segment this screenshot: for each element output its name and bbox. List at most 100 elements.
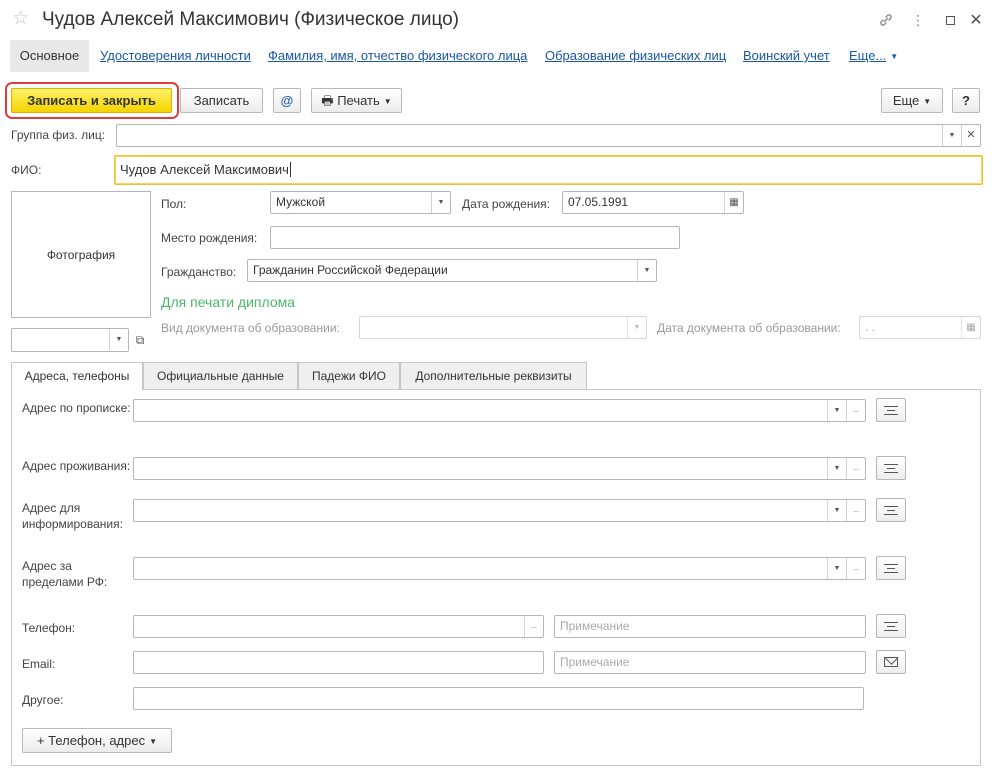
list-icon[interactable] bbox=[876, 614, 906, 638]
phone-input[interactable]: ... bbox=[133, 615, 544, 638]
calendar-icon[interactable]: ▦ bbox=[724, 192, 743, 213]
nav-more[interactable]: Еще... ▼ bbox=[849, 40, 898, 72]
addr-abroad-label: Адрес за пределами РФ: bbox=[22, 559, 108, 589]
nav-more-label: Еще... bbox=[849, 48, 887, 63]
chevron-down-icon: ▼ bbox=[923, 97, 932, 106]
nav-military[interactable]: Воинский учет bbox=[743, 40, 830, 72]
close-icon[interactable]: ✕ bbox=[966, 9, 986, 31]
chevron-down-icon[interactable]: ▼ bbox=[431, 192, 450, 213]
addr-reg-label: Адрес по прописке: bbox=[22, 401, 131, 415]
chevron-down-icon[interactable]: ▼ bbox=[942, 125, 961, 146]
printer-icon: 🖶 bbox=[321, 93, 334, 108]
chevron-down-icon[interactable]: ▼ bbox=[637, 260, 656, 281]
text-cursor bbox=[289, 162, 291, 177]
maximize-icon[interactable] bbox=[940, 9, 960, 31]
list-icon[interactable] bbox=[876, 498, 906, 522]
chevron-down-icon[interactable]: ▼ bbox=[827, 500, 846, 521]
phone-note-placeholder: Примечание bbox=[560, 619, 630, 633]
nav-fullname-history[interactable]: Фамилия, имя, отчество физического лица bbox=[268, 40, 527, 72]
chevron-down-icon[interactable]: ▼ bbox=[827, 400, 846, 421]
fio-input[interactable]: Чудов Алексей Максимович bbox=[114, 155, 983, 185]
ellipsis-button[interactable]: ... bbox=[846, 458, 865, 479]
birthdate-value: 07.05.1991 bbox=[568, 195, 629, 209]
link-icon[interactable] bbox=[876, 9, 896, 31]
print-button[interactable]: 🖶 Печать ▼ bbox=[311, 88, 402, 113]
phone-note-input[interactable]: Примечание bbox=[554, 615, 866, 638]
fio-label: ФИО: bbox=[11, 163, 42, 177]
print-label: Печать bbox=[337, 93, 380, 108]
chevron-down-icon: ▼ bbox=[383, 97, 392, 106]
gender-value: Мужской bbox=[276, 195, 326, 209]
list-icon[interactable] bbox=[876, 456, 906, 480]
window-title: Чудов Алексей Максимович (Физическое лиц… bbox=[42, 9, 460, 30]
ellipsis-button[interactable]: ... bbox=[846, 400, 865, 421]
email-note-input[interactable]: Примечание bbox=[554, 651, 866, 674]
email-input[interactable] bbox=[133, 651, 544, 674]
edu-doc-date-value: . . bbox=[865, 320, 876, 334]
addr-reg-input[interactable]: ▼ ... bbox=[133, 399, 866, 422]
birthdate-input[interactable]: 07.05.1991 ▦ bbox=[562, 191, 744, 214]
more-icon[interactable]: ⋮ bbox=[908, 9, 928, 31]
citizenship-label: Гражданство: bbox=[161, 265, 237, 279]
email-at-icon[interactable]: @ bbox=[273, 88, 301, 113]
addr-info-label: Адрес для информирования: bbox=[22, 501, 123, 531]
group-input[interactable]: ▼ ✕ bbox=[116, 124, 981, 147]
birthplace-input[interactable] bbox=[270, 226, 680, 249]
other-input[interactable] bbox=[133, 687, 864, 710]
list-icon[interactable] bbox=[876, 398, 906, 422]
photo-label: Фотография bbox=[46, 247, 116, 262]
save-button[interactable]: Записать bbox=[180, 88, 263, 113]
fio-value: Чудов Алексей Максимович bbox=[120, 162, 289, 177]
edu-doc-date-input[interactable]: . . ▦ bbox=[859, 316, 981, 339]
more-actions-label: Еще bbox=[892, 93, 920, 108]
chevron-down-icon: ▼ bbox=[890, 52, 899, 61]
group-label: Группа физ. лиц: bbox=[11, 128, 106, 142]
nav-main[interactable]: Основное bbox=[10, 40, 89, 72]
edu-doc-type-select[interactable]: ▼ bbox=[359, 316, 647, 339]
gender-select[interactable]: Мужской ▼ bbox=[270, 191, 451, 214]
photo-select[interactable]: ▼ bbox=[11, 328, 129, 352]
save-and-close-button[interactable]: Записать и закрыть bbox=[11, 88, 172, 113]
chevron-down-icon[interactable]: ▼ bbox=[627, 317, 646, 338]
nav-education[interactable]: Образование физических лиц bbox=[545, 40, 726, 72]
tab-extra-props[interactable]: Дополнительные реквизиты bbox=[400, 362, 587, 389]
ellipsis-button[interactable]: ... bbox=[846, 500, 865, 521]
citizenship-select[interactable]: Гражданин Российской Федерации ▼ bbox=[247, 259, 657, 282]
tab-addresses-phones[interactable]: Адреса, телефоны bbox=[11, 362, 143, 390]
add-phone-address-button[interactable]: + Телефон, адрес ▼ bbox=[22, 728, 172, 753]
addr-live-input[interactable]: ▼ ... bbox=[133, 457, 866, 480]
ellipsis-button[interactable]: ... bbox=[524, 616, 543, 637]
tab-official-data[interactable]: Официальные данные bbox=[143, 362, 298, 389]
other-label: Другое: bbox=[22, 693, 64, 707]
add-phone-address-label: + Телефон, адрес bbox=[36, 733, 146, 748]
nav-identity-docs[interactable]: Удостоверения личности bbox=[100, 40, 251, 72]
edu-doc-type-label: Вид документа об образовании: bbox=[161, 321, 340, 335]
edu-doc-date-label: Дата документа об образовании: bbox=[657, 321, 841, 335]
clear-icon[interactable]: ✕ bbox=[961, 125, 980, 146]
list-icon[interactable] bbox=[876, 556, 906, 580]
phone-label: Телефон: bbox=[22, 621, 76, 635]
addr-live-label: Адрес проживания: bbox=[22, 459, 131, 473]
birthplace-label: Место рождения: bbox=[161, 231, 258, 245]
open-icon[interactable]: ⧉ bbox=[131, 331, 149, 349]
calendar-icon[interactable]: ▦ bbox=[961, 317, 980, 338]
diploma-heading: Для печати диплома bbox=[161, 294, 296, 310]
chevron-down-icon[interactable]: ▼ bbox=[827, 558, 846, 579]
mail-icon[interactable] bbox=[876, 650, 906, 674]
chevron-down-icon: ▼ bbox=[149, 737, 158, 746]
birthdate-label: Дата рождения: bbox=[462, 197, 550, 211]
addr-info-input[interactable]: ▼ ... bbox=[133, 499, 866, 522]
chevron-down-icon[interactable]: ▼ bbox=[827, 458, 846, 479]
tab-name-cases[interactable]: Падежи ФИО bbox=[298, 362, 400, 389]
gender-label: Пол: bbox=[161, 197, 187, 211]
star-icon[interactable]: ☆ bbox=[12, 8, 29, 30]
more-actions-button[interactable]: Еще ▼ bbox=[881, 88, 943, 113]
email-label: Email: bbox=[22, 657, 56, 671]
addr-abroad-input[interactable]: ▼ ... bbox=[133, 557, 866, 580]
citizenship-value: Гражданин Российской Федерации bbox=[253, 263, 448, 277]
photo-area[interactable]: Фотография bbox=[11, 191, 151, 318]
email-note-placeholder: Примечание bbox=[560, 655, 630, 669]
chevron-down-icon[interactable]: ▼ bbox=[109, 329, 128, 350]
ellipsis-button[interactable]: ... bbox=[846, 558, 865, 579]
help-button[interactable]: ? bbox=[952, 88, 980, 113]
